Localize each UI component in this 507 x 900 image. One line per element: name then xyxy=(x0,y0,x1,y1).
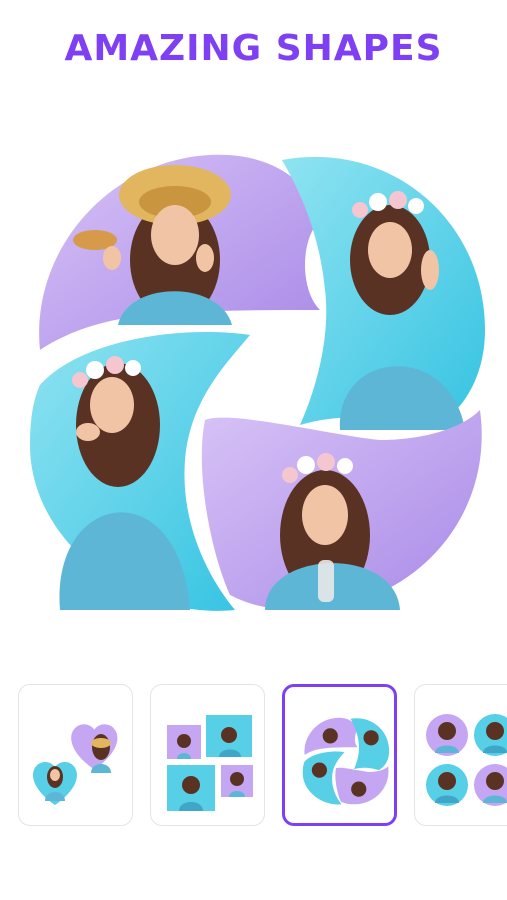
hearts-preview xyxy=(33,724,118,805)
shape-templates-bar xyxy=(0,680,507,830)
petal-top-right[interactable] xyxy=(282,156,485,431)
squares-preview xyxy=(167,715,253,811)
collage-preview[interactable] xyxy=(0,140,507,630)
page-title: AMAZING SHAPES xyxy=(64,28,443,69)
swirl-collage xyxy=(30,154,485,611)
template-swirl[interactable] xyxy=(282,684,397,826)
template-hearts[interactable] xyxy=(18,684,133,826)
petal-bottom-right[interactable] xyxy=(201,410,482,610)
app-screen: AMAZING SHAPES xyxy=(0,0,507,900)
template-squares[interactable] xyxy=(150,684,265,826)
circles-preview xyxy=(426,714,507,806)
template-circles[interactable] xyxy=(414,684,507,826)
swirl-preview xyxy=(302,717,390,805)
petal-top-left[interactable] xyxy=(39,154,320,350)
